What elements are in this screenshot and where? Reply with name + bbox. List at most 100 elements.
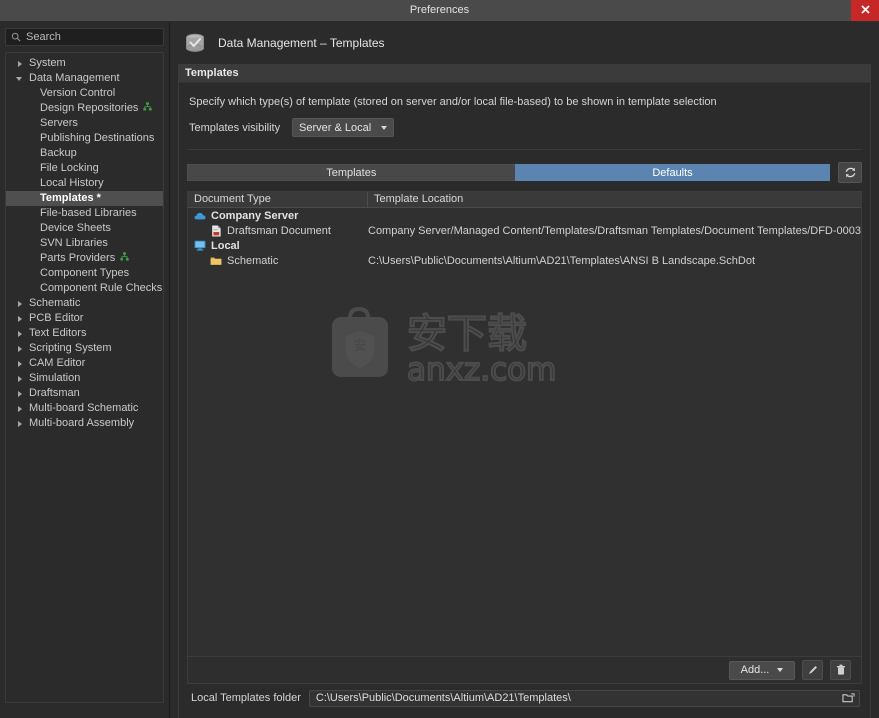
column-header-template-location[interactable]: Template Location [368, 192, 861, 207]
cell-document-type: Schematic [188, 255, 368, 267]
sidebar-item-file-locking[interactable]: File Locking [6, 161, 163, 176]
refresh-icon [845, 167, 855, 178]
search-placeholder: Search [26, 31, 61, 43]
watermark-logo: 安 安下载 anxz.com [324, 300, 574, 390]
search-input[interactable]: Search [5, 28, 164, 46]
sidebar-item-data-management[interactable]: Data Management [6, 71, 163, 86]
document-type-label: Local [211, 239, 240, 252]
page-header: Data Management – Templates [178, 22, 871, 64]
window-title: Preferences [409, 4, 470, 16]
sidebar-item-svn-libraries[interactable]: SVN Libraries [6, 236, 163, 251]
chevron-down-icon [381, 125, 388, 130]
sidebar-item-file-based-libraries[interactable]: File-based Libraries [6, 206, 163, 221]
sidebar-item-publishing-destinations[interactable]: Publishing Destinations [6, 131, 163, 146]
chevron-right-icon[interactable] [16, 374, 25, 383]
window-body: Search System Data Management Version Cont… [0, 22, 879, 718]
local-templates-folder-label: Local Templates folder [191, 692, 301, 704]
monitor-icon [194, 240, 206, 252]
edit-button[interactable] [802, 660, 823, 680]
sidebar-item-cam-editor[interactable]: CAM Editor [6, 356, 163, 371]
sidebar-item-multi-board-assembly[interactable]: Multi-board Assembly [6, 416, 163, 431]
search-icon [11, 32, 21, 42]
chevron-right-icon[interactable] [16, 359, 25, 368]
sidebar-item-label: Templates * [40, 192, 101, 204]
templates-table[interactable]: Document Type Template Location Company … [187, 191, 862, 657]
sidebar-item-system[interactable]: System [6, 56, 163, 71]
sidebar-item-local-history[interactable]: Local History [6, 176, 163, 191]
sidebar-item-version-control[interactable]: Version Control [6, 86, 163, 101]
sidebar-item-label: Simulation [29, 372, 81, 384]
sidebar-item-simulation[interactable]: Simulation [6, 371, 163, 386]
sidebar-item-label: Local History [40, 177, 104, 189]
document-type-label: Company Server [211, 209, 299, 222]
tab-defaults[interactable]: Defaults [514, 164, 831, 181]
chevron-down-icon [777, 668, 784, 672]
table-row[interactable]: Draftsman Document Company Server/Managed… [188, 223, 861, 238]
sidebar-item-device-sheets[interactable]: Device Sheets [6, 221, 163, 236]
sidebar-item-text-editors[interactable]: Text Editors [6, 326, 163, 341]
section-header: Templates [179, 65, 870, 83]
folder-open-icon[interactable] [842, 692, 855, 704]
sidebar-item-label: Parts Providers [40, 252, 116, 264]
sidebar-item-schematic[interactable]: Schematic [6, 296, 163, 311]
column-header-document-type[interactable]: Document Type [188, 192, 368, 207]
sidebar-item-parts-providers[interactable]: Parts Providers [6, 251, 163, 266]
sidebar-item-label: Data Management [29, 72, 120, 84]
sidebar-item-draftsman[interactable]: Draftsman [6, 386, 163, 401]
chevron-right-icon[interactable] [16, 344, 25, 353]
chevron-right-icon[interactable] [16, 314, 25, 323]
section-body: Specify which type(s) of template (store… [179, 83, 870, 718]
sidebar-item-label: Multi-board Schematic [29, 402, 139, 414]
cloud-icon [194, 210, 206, 222]
network-icon [143, 101, 153, 116]
table-row[interactable]: Schematic C:\Users\Public\Documents\Altiu… [188, 253, 861, 268]
sidebar-item-label: File-based Libraries [40, 207, 137, 219]
sidebar-item-backup[interactable]: Backup [6, 146, 163, 161]
chevron-right-icon[interactable] [16, 329, 25, 338]
svg-text:安: 安 [353, 339, 366, 354]
delete-button[interactable] [830, 660, 851, 680]
templates-visibility-select[interactable]: Server & Local [292, 118, 395, 137]
trash-icon [836, 664, 845, 675]
sidebar-item-component-types[interactable]: Component Types [6, 266, 163, 281]
chevron-right-icon[interactable] [16, 389, 25, 398]
sidebar-item-scripting-system[interactable]: Scripting System [6, 341, 163, 356]
chevron-right-icon[interactable] [16, 404, 25, 413]
database-check-icon [186, 33, 204, 52]
sidebar-item-component-rule-checks[interactable]: Component Rule Checks [6, 281, 163, 296]
table-row[interactable]: Company Server [188, 208, 861, 223]
chevron-right-icon[interactable] [16, 419, 25, 428]
local-templates-folder-row: Local Templates folder C:\Users\Public\D… [187, 684, 862, 712]
close-icon [860, 5, 870, 14]
sidebar-item-multi-board-schematic[interactable]: Multi-board Schematic [6, 401, 163, 416]
sidebar-item-label: CAM Editor [29, 357, 86, 369]
chevron-right-icon[interactable] [16, 299, 25, 308]
document-type-label: Draftsman Document [227, 224, 331, 237]
sidebar-item-design-repositories[interactable]: Design Repositories [6, 101, 163, 116]
chevron-right-icon[interactable] [16, 59, 25, 68]
tab-templates[interactable]: Templates [187, 164, 515, 181]
preferences-tree[interactable]: System Data Management Version Control Desi… [5, 52, 164, 703]
main-panel: Data Management – Templates Templates Sp… [170, 22, 879, 718]
sidebar-item-label: Component Rule Checks [40, 282, 163, 294]
sidebar-item-servers[interactable]: Servers [6, 116, 163, 131]
sidebar-item-label: System [29, 57, 66, 69]
sidebar-item-pcb-editor[interactable]: PCB Editor [6, 311, 163, 326]
table-row[interactable]: Local [188, 238, 861, 253]
sidebar-item-label: Design Repositories [40, 102, 139, 114]
cell-document-type: Local [188, 240, 368, 252]
section-description: Specify which type(s) of template (store… [189, 96, 717, 108]
preferences-window: Preferences Search System Data Management… [0, 0, 879, 718]
refresh-button[interactable] [838, 162, 863, 183]
folder-icon [210, 255, 222, 267]
local-templates-folder-value: C:\Users\Public\Documents\Altium\AD21\Te… [315, 692, 571, 704]
chevron-down-icon[interactable] [16, 74, 25, 83]
sidebar-item-templates[interactable]: Templates * [6, 191, 163, 206]
close-button[interactable] [851, 0, 879, 21]
templates-visibility-label: Templates visibility [189, 121, 281, 134]
templates-visibility-value: Server & Local [299, 121, 372, 134]
local-templates-folder-input[interactable]: C:\Users\Public\Documents\Altium\AD21\Te… [308, 689, 860, 707]
cell-document-type: Company Server [188, 210, 368, 222]
add-button[interactable]: Add... [729, 660, 795, 680]
sidebar-item-label: Scripting System [29, 342, 112, 354]
